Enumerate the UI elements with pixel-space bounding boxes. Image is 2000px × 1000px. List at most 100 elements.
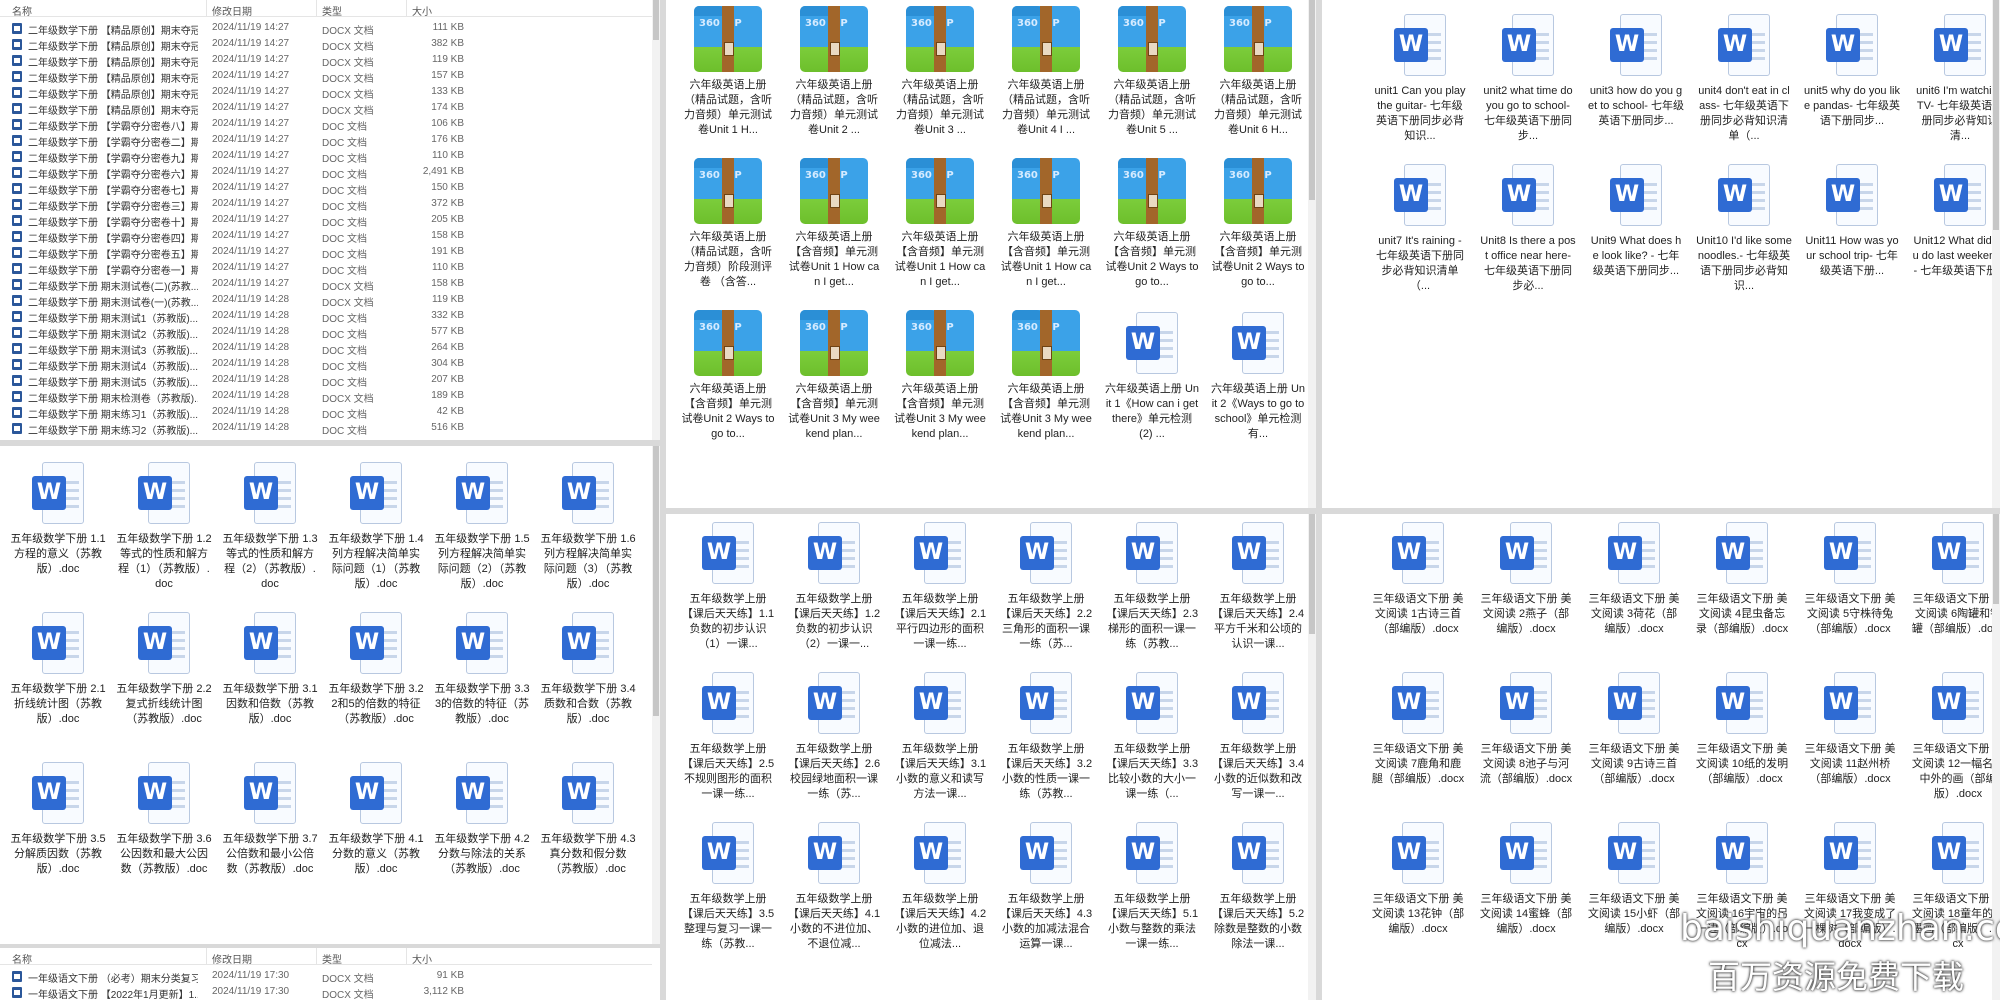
- file-tile[interactable]: W 五年级数学下册 3.4质数和合数（苏教版）.doc: [540, 604, 636, 754]
- file-tile[interactable]: W 五年级数学下册 1.1方程的意义（苏教版）.doc: [10, 454, 106, 604]
- file-tile[interactable]: W 五年级数学上册【课后天天练】2.6校园绿地面积一课一练（苏...: [786, 664, 882, 814]
- file-tile[interactable]: W 五年级数学下册 4.1分数的意义（苏教版）.doc: [328, 754, 424, 904]
- file-tile[interactable]: W 三年级语文下册 美文阅读 2燕子（部编版）.docx: [1478, 514, 1574, 664]
- file-row[interactable]: 二年级数学下册 【学霸夺分密卷二】期... 2024/11/19 14:27 DOC…: [0, 132, 652, 149]
- file-tile[interactable]: W 三年级语文下册 美文阅读 3荷花（部编版）.docx: [1586, 514, 1682, 664]
- file-tile[interactable]: W 五年级数学下册 1.3等式的性质和解方程（2）（苏教版）.doc: [222, 454, 318, 604]
- file-row[interactable]: 二年级数学下册 期末测试卷(二)(苏教... 2024/11/19 14:27 DO…: [0, 276, 652, 293]
- file-row[interactable]: 二年级数学下册 期末测试卷(一)(苏教... 2024/11/19 14:28 DO…: [0, 292, 652, 309]
- file-row[interactable]: 二年级数学下册 期末测试2（苏教版)... 2024/11/19 14:28 DOC…: [0, 324, 652, 341]
- file-row[interactable]: 二年级数学下册 【学霸夺分密卷十】期... 2024/11/19 14:27 DOC…: [0, 212, 652, 229]
- file-row[interactable]: 二年级数学下册 期末练习1（苏教版)... 2024/11/19 14:28 DOC…: [0, 404, 652, 421]
- file-tile[interactable]: W 三年级语文下册 美文阅读 11赵州桥（部编版）.docx: [1802, 664, 1898, 814]
- file-row[interactable]: 二年级数学下册 【精品原创】期末夺冠... 2024/11/19 14:27 DOC…: [0, 84, 652, 101]
- file-tile[interactable]: 360 ZIP 六年级英语上册（精品试题，含听力音频）单元测试卷Unit 5 ..…: [1104, 0, 1200, 150]
- file-tile[interactable]: W 五年级数学上册【课后天天练】5.1小数与整数的乘法一课一练...: [1104, 814, 1200, 964]
- file-tile[interactable]: W 五年级数学上册【课后天天练】3.1小数的意义和读写方法一课...: [892, 664, 988, 814]
- file-row[interactable]: 二年级数学下册 期末测试5（苏教版)... 2024/11/19 14:28 DOC…: [0, 372, 652, 389]
- file-tile[interactable]: W 五年级数学上册【课后天天练】1.1 负数的初步认识（1）一课...: [680, 514, 776, 664]
- file-tile[interactable]: W 三年级语文下册 美文阅读 9古诗三首（部编版）.docx: [1586, 664, 1682, 814]
- file-row[interactable]: 二年级数学下册 期末测试3（苏教版)... 2024/11/19 14:28 DOC…: [0, 340, 652, 357]
- file-tile[interactable]: 360 ZIP 六年级英语上册（精品试题，含听力音频）单元测试卷Unit 6 H.…: [1210, 0, 1306, 150]
- file-tile[interactable]: W 六年级英语上册 Unit 2《Ways to go to school》单元检…: [1210, 304, 1306, 454]
- vertical-scrollbar[interactable]: [1308, 0, 1316, 508]
- file-tile[interactable]: W 五年级数学下册 3.7公倍数和最小公倍数（苏教版）.doc: [222, 754, 318, 904]
- file-tile[interactable]: W 三年级语文下册 美文阅读 5守株待兔（部编版）.docx: [1802, 514, 1898, 664]
- file-tile[interactable]: 360 ZIP 六年级英语上册【含音频】单元测试卷Unit 3 My weeken…: [786, 304, 882, 454]
- file-row[interactable]: 二年级数学下册 【精品原创】期末夺冠... 2024/11/19 14:27 DOC…: [0, 68, 652, 85]
- file-tile[interactable]: W 五年级数学上册【课后天天练】5.2除数是整数的小数除法一课...: [1210, 814, 1306, 964]
- file-tile[interactable]: W 五年级数学下册 1.6列方程解决简单实际问题（3）（苏教版）.doc: [540, 454, 636, 604]
- file-tile[interactable]: W 三年级语文下册 美文阅读 6陶罐和铁罐（部编版）.docx: [1910, 514, 2000, 664]
- file-tile[interactable]: W 三年级语文下册 美文阅读 12一幅名扬中外的画（部编版）.docx: [1910, 664, 2000, 814]
- file-tile[interactable]: W 五年级数学上册【课后天天练】3.3比较小数的大小一课一练（...: [1104, 664, 1200, 814]
- column-date-header[interactable]: 修改日期: [212, 3, 252, 18]
- file-row[interactable]: 二年级数学下册 期末测试1（苏教版)... 2024/11/19 14:28 DOC…: [0, 308, 652, 325]
- file-tile[interactable]: W 五年级数学下册 2.2复式折线统计图（苏教版）.doc: [116, 604, 212, 754]
- file-tile[interactable]: W 三年级语文下册 美文阅读 4昆虫备忘录（部编版）.docx: [1694, 514, 1790, 664]
- file-tile[interactable]: Wunit6 I'm watching TV- 七年级英语下册同步必背知识清..…: [1912, 6, 2000, 156]
- file-tile[interactable]: 360 ZIP 六年级英语上册【含音频】单元测试卷Unit 1 How can I…: [786, 152, 882, 302]
- file-tile[interactable]: 360 ZIP 六年级英语上册【含音频】单元测试卷Unit 1 How can I…: [892, 152, 988, 302]
- file-tile[interactable]: W 三年级语文下册 美文阅读 14蜜蜂（部编版）.docx: [1478, 814, 1574, 964]
- vertical-scrollbar[interactable]: [652, 446, 660, 944]
- column-name-header[interactable]: 名称: [12, 951, 32, 966]
- vertical-scrollbar[interactable]: [1992, 0, 2000, 508]
- file-tile[interactable]: 360 ZIP 六年级英语上册【含音频】单元测试卷Unit 2 Ways to g…: [1210, 152, 1306, 302]
- column-size-header[interactable]: 大小: [412, 3, 432, 18]
- file-tile[interactable]: W Unit10 I'd like some noodles.- 七年级英语下册同…: [1696, 156, 1792, 306]
- file-tile[interactable]: Wunit7 It's raining - 七年级英语下册同步必背知识清单（..…: [1372, 156, 1468, 306]
- file-tile[interactable]: W 五年级数学上册【课后天天练】3.4小数的近似数和改写一课一...: [1210, 664, 1306, 814]
- file-row[interactable]: 一年级语文下册 （必考）期末分类复习... 2024/11/19 17:30 DOC…: [0, 968, 652, 985]
- file-tile[interactable]: 360 ZIP 六年级英语上册【含音频】单元测试卷Unit 2 Ways to g…: [1104, 152, 1200, 302]
- file-tile[interactable]: Wunit3 how do you get to school- 七年级英语下册…: [1588, 6, 1684, 156]
- file-row[interactable]: 二年级数学下册 【精品原创】期末夺冠... 2024/11/19 14:27 DOC…: [0, 52, 652, 69]
- file-row[interactable]: 二年级数学下册 【学霸夺分密卷八】期... 2024/11/19 14:27 DOC…: [0, 116, 652, 133]
- file-tile[interactable]: W Unit12 What did you do last weekend? - …: [1912, 156, 2000, 306]
- file-tile[interactable]: 360 ZIP 六年级英语上册（精品试题，含听力音频）单元测试卷Unit 3 ..…: [892, 0, 988, 150]
- file-tile[interactable]: W Unit8 Is there a post office near here-…: [1480, 156, 1576, 306]
- column-name-header[interactable]: 名称: [12, 3, 32, 18]
- file-tile[interactable]: W 五年级数学下册 3.5分解质因数（苏教版）.doc: [10, 754, 106, 904]
- file-tile[interactable]: W 三年级语文下册 美文阅读 13花钟（部编版）.docx: [1370, 814, 1466, 964]
- file-tile[interactable]: 360 ZIP 六年级英语上册【含音频】单元测试卷Unit 3 My weeken…: [892, 304, 988, 454]
- file-tile[interactable]: W 五年级数学上册【课后天天练】4.3小数的加减法混合运算一课...: [998, 814, 1094, 964]
- file-row[interactable]: 二年级数学下册 期末练习2（苏教版)... 2024/11/19 14:28 DOC…: [0, 420, 652, 437]
- column-date-header[interactable]: 修改日期: [212, 951, 252, 966]
- file-tile[interactable]: W 五年级数学下册 1.5列方程解决简单实际问题（2）（苏教版）.doc: [434, 454, 530, 604]
- file-row[interactable]: 二年级数学下册 【学霸夺分密卷六】期... 2024/11/19 14:27 DOC…: [0, 164, 652, 181]
- column-size-header[interactable]: 大小: [412, 951, 432, 966]
- file-tile[interactable]: W 五年级数学下册 1.2等式的性质和解方程（1）（苏教版）.doc: [116, 454, 212, 604]
- file-tile[interactable]: W 三年级语文下册 美文阅读 10纸的发明（部编版）.docx: [1694, 664, 1790, 814]
- file-tile[interactable]: 360 ZIP 六年级英语上册（精品试题，含听力音频）单元测试卷Unit 4 I …: [998, 0, 1094, 150]
- file-tile[interactable]: W 五年级数学下册 2.1折线统计图（苏教版）.doc: [10, 604, 106, 754]
- file-tile[interactable]: W 五年级数学下册 3.3 3的倍数的特征（苏教版）.doc: [434, 604, 530, 754]
- file-row[interactable]: 二年级数学下册 期末检测卷（苏教版)... 2024/11/19 14:28 DOC…: [0, 388, 652, 405]
- file-tile[interactable]: W 三年级语文下册 美文阅读 7鹿角和鹿腿（部编版）.docx: [1370, 664, 1466, 814]
- column-type-header[interactable]: 类型: [322, 3, 342, 18]
- file-tile[interactable]: 360 ZIP 六年级英语上册（精品试题，含听力音频）单元测试卷Unit 1 H.…: [680, 0, 776, 150]
- file-tile[interactable]: W 五年级数学上册【课后天天练】1.2负数的初步认识（2）一课一...: [786, 514, 882, 664]
- vertical-scrollbar[interactable]: [652, 0, 660, 440]
- column-type-header[interactable]: 类型: [322, 951, 342, 966]
- file-tile[interactable]: 360 ZIP 六年级英语上册【含音频】单元测试卷Unit 2 Ways to g…: [680, 304, 776, 454]
- file-tile[interactable]: W Unit9 What does he look like? - 七年级英语下册…: [1588, 156, 1684, 306]
- file-tile[interactable]: W 三年级语文下册 美文阅读 1古诗三首（部编版）.docx: [1370, 514, 1466, 664]
- vertical-scrollbar[interactable]: [1308, 514, 1316, 1000]
- file-row[interactable]: 二年级数学下册 【学霸夺分密卷五】期... 2024/11/19 14:27 DOC…: [0, 244, 652, 261]
- file-tile[interactable]: W 三年级语文下册 美文阅读 8池子与河流（部编版）.docx: [1478, 664, 1574, 814]
- file-tile[interactable]: W 五年级数学上册【课后天天练】2.2三角形的面积一课一练（苏...: [998, 514, 1094, 664]
- file-tile[interactable]: 360 ZIP 六年级英语上册（精品试题，含听力音频）单元测试卷Unit 2 ..…: [786, 0, 882, 150]
- file-tile[interactable]: Wunit4 don't eat in class- 七年级英语下册同步必背知识…: [1696, 6, 1792, 156]
- file-tile[interactable]: Wunit5 why do you like pandas- 七年级英语下册同步…: [1804, 6, 1900, 156]
- file-tile[interactable]: W 五年级数学上册【课后天天练】3.5整理与复习一课一练（苏教...: [680, 814, 776, 964]
- file-row[interactable]: 二年级数学下册 【精品原创】期末夺冠... 2024/11/19 14:27 DOC…: [0, 36, 652, 53]
- file-tile[interactable]: Wunit1 Can you play the guitar- 七年级英语下册同…: [1372, 6, 1468, 156]
- file-tile[interactable]: W Unit11 How was your school trip- 七年级英语下…: [1804, 156, 1900, 306]
- file-row[interactable]: 二年级数学下册 【精品原创】期末夺冠... 2024/11/19 14:27 DOC…: [0, 100, 652, 117]
- file-tile[interactable]: W 五年级数学下册 4.2分数与除法的关系（苏教版）.doc: [434, 754, 530, 904]
- file-row[interactable]: 二年级数学下册 【学霸夺分密卷四】期... 2024/11/19 14:27 DOC…: [0, 228, 652, 245]
- file-tile[interactable]: W 三年级语文下册 美文阅读 15小虾（部编版）.docx: [1586, 814, 1682, 964]
- file-tile[interactable]: W 五年级数学下册 3.1因数和倍数（苏教版）.doc: [222, 604, 318, 754]
- file-tile[interactable]: W 五年级数学上册【课后天天练】3.2小数的性质一课一练（苏教...: [998, 664, 1094, 814]
